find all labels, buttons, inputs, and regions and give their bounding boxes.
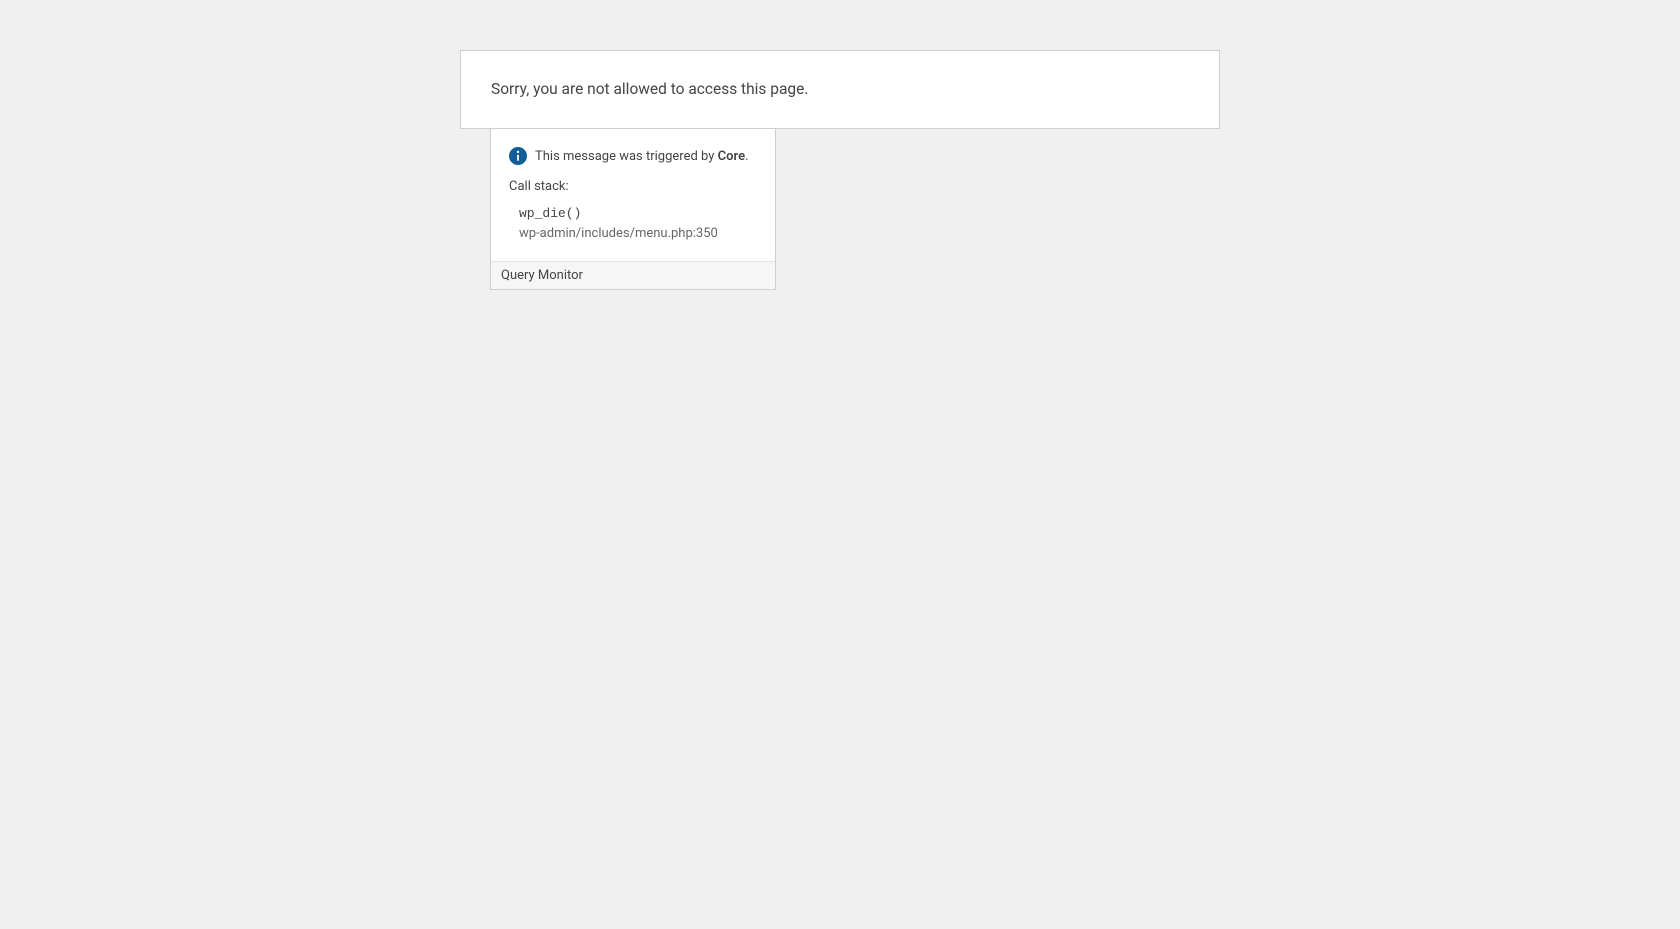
trigger-text: This message was triggered by Core. [535,149,749,164]
query-monitor-panel: This message was triggered by Core. Call… [490,129,776,290]
error-page: Sorry, you are not allowed to access thi… [460,50,1220,129]
callstack-label: Call stack: [509,179,757,194]
trigger-prefix: This message was triggered by [535,149,718,164]
callstack-list: wp_die() wp-admin/includes/menu.php:350 [509,204,757,243]
trigger-source: Core [718,149,745,164]
query-monitor-content: This message was triggered by Core. Call… [491,129,775,261]
trigger-suffix: . [745,149,748,164]
trigger-info-row: This message was triggered by Core. [509,147,757,165]
query-monitor-footer[interactable]: Query Monitor [491,261,775,289]
stack-file: wp-admin/includes/menu.php:350 [519,224,757,244]
stack-function: wp_die() [519,204,757,224]
error-message: Sorry, you are not allowed to access thi… [491,78,1189,101]
info-icon [509,147,527,165]
stack-frame: wp_die() wp-admin/includes/menu.php:350 [519,204,757,243]
